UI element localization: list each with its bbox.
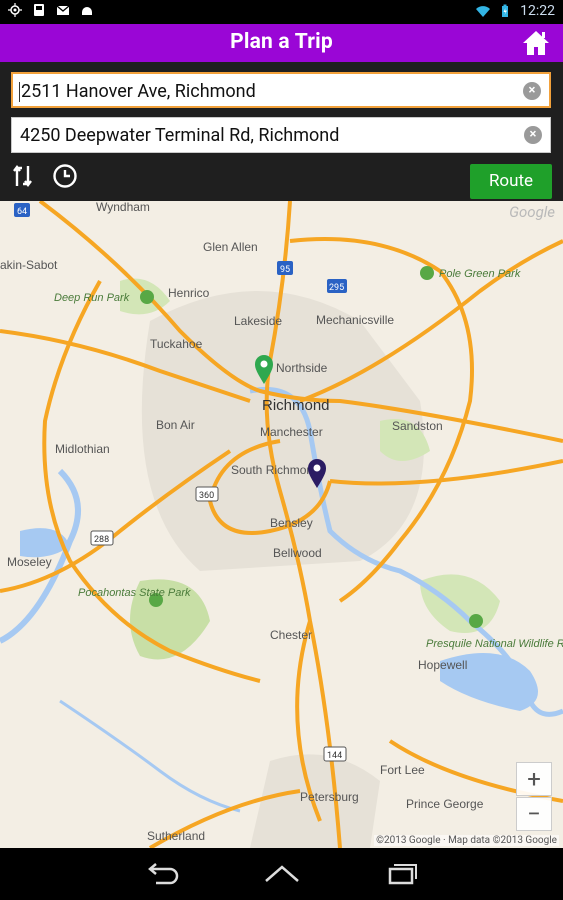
google-logo: Google xyxy=(509,203,555,221)
place-label: Richmond xyxy=(262,397,330,414)
recents-icon[interactable] xyxy=(382,861,422,887)
map-canvas[interactable]: 64 95 295 360 288 144 Wyndham Glen Allen… xyxy=(0,201,563,848)
place-label: Presquile National Wildlife Refuge xyxy=(426,638,563,650)
svg-text:144: 144 xyxy=(327,751,342,761)
zoom-in-button[interactable]: + xyxy=(516,762,552,796)
email-icon xyxy=(56,5,70,15)
place-label: Northside xyxy=(276,361,328,375)
system-nav-bar xyxy=(0,848,563,900)
battery-charging-icon xyxy=(502,4,509,17)
place-label: Petersburg xyxy=(300,790,359,804)
gps-icon xyxy=(8,3,22,17)
place-label: Prince George xyxy=(406,797,484,811)
from-address-input[interactable]: 2511 Hanover Ave, Richmond × xyxy=(11,72,551,108)
map-view[interactable]: 64 95 295 360 288 144 Wyndham Glen Allen… xyxy=(0,201,563,848)
zoom-out-button[interactable]: − xyxy=(516,797,552,831)
place-label: akin-Sabot xyxy=(0,258,58,272)
svg-text:360: 360 xyxy=(199,491,214,501)
page-title: Plan a Trip xyxy=(230,30,333,54)
place-label: Bensley xyxy=(270,516,313,530)
place-label: Midlothian xyxy=(55,442,110,456)
place-label: Sutherland xyxy=(147,829,205,843)
back-icon[interactable] xyxy=(142,861,182,887)
place-label: Chester xyxy=(270,628,312,642)
clear-from-button[interactable]: × xyxy=(523,82,541,100)
wifi-icon xyxy=(476,6,491,17)
place-label: Bon Air xyxy=(156,418,195,432)
place-label: Hopewell xyxy=(418,658,467,672)
place-label: Henrico xyxy=(168,286,210,300)
place-label: Lakeside xyxy=(234,314,282,328)
to-address-value: 4250 Deepwater Terminal Rd, Richmond xyxy=(20,125,340,146)
place-label: Deep Run Park xyxy=(54,292,130,304)
svg-text:64: 64 xyxy=(17,207,27,217)
to-address-input[interactable]: 4250 Deepwater Terminal Rd, Richmond × xyxy=(11,117,551,153)
place-label: Sandston xyxy=(392,419,443,433)
appomattox-river xyxy=(59,699,241,813)
place-label: Fort Lee xyxy=(380,763,425,777)
home-icon[interactable] xyxy=(521,28,551,58)
place-label: Pole Green Park xyxy=(439,268,521,280)
svg-text:95: 95 xyxy=(280,265,290,275)
text-caret xyxy=(19,82,20,102)
route-button[interactable]: Route xyxy=(470,164,552,199)
place-label: Moseley xyxy=(7,555,52,569)
trip-form: 2511 Hanover Ave, Richmond × 4250 Deepwa… xyxy=(0,62,563,201)
place-label: Glen Allen xyxy=(203,240,258,254)
map-credit: ©2013 Google · Map data ©2013 Google xyxy=(374,835,559,846)
place-label: South Richmond xyxy=(231,463,320,477)
android-icon xyxy=(82,7,92,15)
clear-to-button[interactable]: × xyxy=(524,126,542,144)
swap-icon[interactable] xyxy=(10,163,36,189)
park-area xyxy=(420,574,500,633)
place-label: Mechanicsville xyxy=(316,313,394,327)
status-time: 12:22 xyxy=(520,3,555,19)
place-label: Wyndham xyxy=(96,201,150,214)
place-label: Pocahontas State Park xyxy=(78,587,191,599)
clock-icon[interactable] xyxy=(52,163,78,189)
sd-card-icon xyxy=(34,4,44,16)
place-label: Manchester xyxy=(260,425,323,439)
place-label: Tuckahoe xyxy=(150,337,203,351)
app-bar: Plan a Trip xyxy=(0,24,563,62)
svg-text:295: 295 xyxy=(329,283,344,293)
place-label: Bellwood xyxy=(273,546,322,560)
svg-text:288: 288 xyxy=(94,535,109,545)
from-address-value: 2511 Hanover Ave, Richmond xyxy=(21,81,256,102)
nav-home-icon[interactable] xyxy=(262,861,302,887)
status-bar: 12:22 xyxy=(0,0,563,24)
